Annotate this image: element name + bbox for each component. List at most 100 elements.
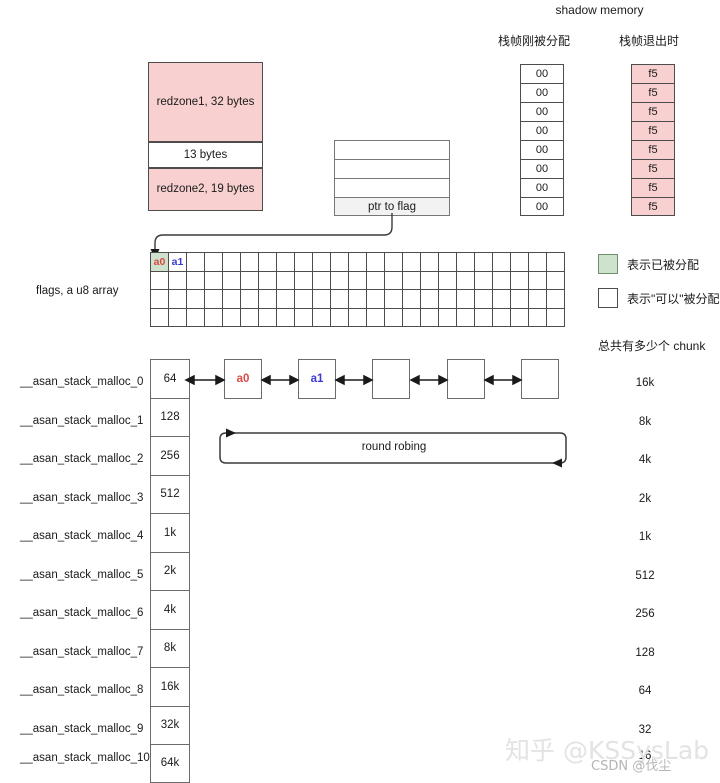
flags-cell[interactable]	[295, 308, 313, 327]
flags-cell[interactable]	[475, 253, 493, 272]
flags-cell[interactable]	[151, 290, 169, 309]
flags-cell[interactable]	[403, 253, 421, 272]
flags-cell[interactable]	[367, 271, 385, 290]
flags-cell[interactable]	[403, 290, 421, 309]
flags-cell[interactable]	[439, 308, 457, 327]
flags-cell[interactable]	[493, 290, 511, 309]
flags-cell[interactable]	[151, 308, 169, 327]
flags-cell[interactable]	[223, 290, 241, 309]
flags-cell[interactable]	[421, 308, 439, 327]
flags-cell[interactable]	[241, 253, 259, 272]
flags-cell[interactable]	[421, 290, 439, 309]
flags-cell[interactable]	[331, 290, 349, 309]
flags-cell[interactable]	[529, 308, 547, 327]
size-cell-2[interactable]: 256	[150, 436, 190, 475]
flags-cell[interactable]	[313, 271, 331, 290]
flags-cell[interactable]	[223, 271, 241, 290]
size-cell-10[interactable]: 64k	[150, 744, 190, 783]
flags-cell[interactable]	[349, 290, 367, 309]
flags-cell[interactable]	[295, 253, 313, 272]
flags-cell[interactable]	[205, 271, 223, 290]
flags-cell[interactable]	[295, 271, 313, 290]
flags-cell[interactable]	[511, 290, 529, 309]
flags-cell[interactable]	[421, 271, 439, 290]
size-cell-6[interactable]: 4k	[150, 590, 190, 629]
flags-cell[interactable]	[457, 290, 475, 309]
flags-cell[interactable]	[511, 253, 529, 272]
flags-cell[interactable]	[457, 271, 475, 290]
flags-cell[interactable]	[475, 290, 493, 309]
flags-cell[interactable]	[205, 308, 223, 327]
flags-cell[interactable]	[475, 308, 493, 327]
flags-cell[interactable]	[259, 290, 277, 309]
flags-cell[interactable]	[403, 308, 421, 327]
flags-cell[interactable]	[187, 271, 205, 290]
size-cell-3[interactable]: 512	[150, 474, 190, 513]
flags-cell[interactable]	[457, 308, 475, 327]
flags-cell[interactable]	[313, 290, 331, 309]
flags-cell[interactable]	[439, 271, 457, 290]
flags-cell[interactable]	[277, 308, 295, 327]
flags-cell[interactable]	[349, 271, 367, 290]
flags-cell[interactable]	[223, 308, 241, 327]
flags-cell[interactable]	[439, 253, 457, 272]
flags-cell[interactable]	[547, 253, 565, 272]
flags-cell[interactable]	[313, 253, 331, 272]
flags-cell-a1[interactable]: a1	[169, 253, 187, 272]
flags-cell[interactable]	[187, 308, 205, 327]
flags-cell[interactable]	[331, 308, 349, 327]
size-cell-7[interactable]: 8k	[150, 628, 190, 667]
size-cell-0[interactable]: 64	[150, 359, 190, 398]
size-cell-8[interactable]: 16k	[150, 667, 190, 706]
flags-cell[interactable]	[169, 290, 187, 309]
flags-cell[interactable]	[313, 308, 331, 327]
flags-cell[interactable]	[385, 290, 403, 309]
size-cell-4[interactable]: 1k	[150, 513, 190, 552]
flags-cell[interactable]	[169, 308, 187, 327]
flags-cell[interactable]	[367, 290, 385, 309]
flags-cell[interactable]	[385, 308, 403, 327]
flags-cell[interactable]	[259, 253, 277, 272]
flags-cell[interactable]	[367, 253, 385, 272]
flags-cell[interactable]	[295, 290, 313, 309]
flags-cell[interactable]	[493, 271, 511, 290]
flags-cell[interactable]	[205, 253, 223, 272]
flags-cell[interactable]	[259, 271, 277, 290]
flags-cell[interactable]	[277, 253, 295, 272]
flags-cell[interactable]	[457, 253, 475, 272]
size-cell-1[interactable]: 128	[150, 397, 190, 436]
flags-cell[interactable]	[349, 253, 367, 272]
flags-cell[interactable]	[277, 290, 295, 309]
flags-cell[interactable]	[187, 290, 205, 309]
flags-cell[interactable]	[547, 290, 565, 309]
flags-cell[interactable]	[187, 253, 205, 272]
flags-cell[interactable]	[241, 308, 259, 327]
flags-cell[interactable]	[529, 290, 547, 309]
flags-cell[interactable]	[331, 253, 349, 272]
flags-cell[interactable]	[169, 271, 187, 290]
flags-cell[interactable]	[529, 271, 547, 290]
flags-cell[interactable]	[223, 253, 241, 272]
flags-cell[interactable]	[403, 271, 421, 290]
flags-cell[interactable]	[475, 271, 493, 290]
flags-cell[interactable]	[331, 271, 349, 290]
flags-cell[interactable]	[385, 271, 403, 290]
flags-cell[interactable]	[205, 290, 223, 309]
size-cell-5[interactable]: 2k	[150, 551, 190, 590]
flags-cell[interactable]	[493, 253, 511, 272]
size-cell-9[interactable]: 32k	[150, 705, 190, 744]
flags-cell[interactable]	[349, 308, 367, 327]
flags-cell[interactable]	[529, 253, 547, 272]
flags-cell[interactable]	[385, 253, 403, 272]
flags-cell[interactable]	[241, 290, 259, 309]
flags-cell[interactable]	[547, 271, 565, 290]
flags-cell-a0[interactable]: a0	[151, 253, 169, 272]
flags-cell[interactable]	[151, 271, 169, 290]
flags-cell[interactable]	[367, 308, 385, 327]
flags-cell[interactable]	[511, 271, 529, 290]
flags-cell[interactable]	[493, 308, 511, 327]
flags-cell[interactable]	[547, 308, 565, 327]
flags-cell[interactable]	[439, 290, 457, 309]
flags-cell[interactable]	[259, 308, 277, 327]
flags-cell[interactable]	[511, 308, 529, 327]
